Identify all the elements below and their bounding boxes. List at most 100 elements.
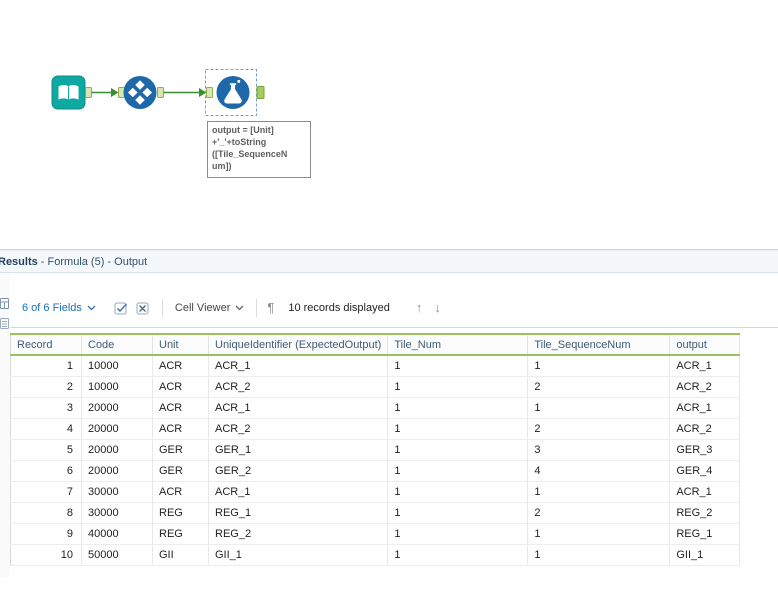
- table-row: 4 20000 ACR ACR_2 1 2 ACR_2: [10, 418, 741, 440]
- formula-tool-icon[interactable]: [216, 76, 250, 109]
- cell[interactable]: 7: [10, 481, 82, 503]
- cell[interactable]: ACR_1: [669, 355, 741, 377]
- cell[interactable]: ACR_2: [208, 376, 389, 398]
- cell[interactable]: 9: [10, 523, 82, 545]
- show-whitespace-icon[interactable]: ¶: [267, 300, 274, 315]
- cell[interactable]: REG_1: [208, 502, 389, 524]
- scroll-down-icon[interactable]: ↓: [434, 300, 441, 315]
- metadata-view-icon[interactable]: [0, 317, 9, 330]
- column-header-record[interactable]: Record: [10, 333, 82, 356]
- column-header-code[interactable]: Code: [81, 333, 153, 356]
- table-row: 10 50000 GII GII_1 1 1 GII_1: [10, 544, 741, 566]
- cell[interactable]: 2: [10, 376, 82, 398]
- cell[interactable]: GER_1: [208, 439, 389, 461]
- cell[interactable]: ACR: [152, 355, 209, 377]
- cell[interactable]: 40000: [81, 523, 153, 545]
- table-view-icon[interactable]: [0, 297, 9, 310]
- cell[interactable]: ACR_1: [208, 397, 389, 419]
- cell[interactable]: ACR_1: [669, 397, 741, 419]
- cell[interactable]: 10000: [81, 376, 153, 398]
- cell[interactable]: 20000: [81, 439, 153, 461]
- input-anchor[interactable]: [206, 87, 213, 98]
- cell[interactable]: GER: [152, 439, 209, 461]
- cell[interactable]: ACR: [152, 397, 209, 419]
- cell[interactable]: ACR_2: [669, 376, 741, 398]
- cell[interactable]: ACR_2: [669, 418, 741, 440]
- cell[interactable]: REG: [152, 502, 209, 524]
- cell[interactable]: 4: [527, 460, 671, 482]
- cell[interactable]: 1: [387, 544, 529, 566]
- cell[interactable]: 30000: [81, 481, 153, 503]
- cell[interactable]: 1: [527, 481, 671, 503]
- cell[interactable]: 1: [387, 439, 529, 461]
- input-data-tool-icon[interactable]: [51, 75, 86, 110]
- cell[interactable]: GER_2: [208, 460, 389, 482]
- cell[interactable]: REG: [152, 523, 209, 545]
- cell[interactable]: 3: [10, 397, 82, 419]
- cell[interactable]: 1: [387, 418, 529, 440]
- output-anchor[interactable]: [256, 86, 265, 99]
- cell[interactable]: 1: [527, 523, 671, 545]
- tool-annotation[interactable]: output = [Unit] +'_'+toString ([Tile_Seq…: [207, 121, 311, 178]
- select-all-fields-icon[interactable]: [114, 301, 129, 315]
- table-row: 2 10000 ACR ACR_2 1 2 ACR_2: [10, 376, 741, 398]
- cell[interactable]: 1: [10, 355, 82, 377]
- cell[interactable]: ACR: [152, 418, 209, 440]
- cell[interactable]: 3: [527, 439, 671, 461]
- cell[interactable]: GII_1: [208, 544, 389, 566]
- cell[interactable]: ACR_1: [208, 355, 389, 377]
- cell[interactable]: 1: [527, 397, 671, 419]
- cell[interactable]: GER: [152, 460, 209, 482]
- cell[interactable]: GII: [152, 544, 209, 566]
- cell[interactable]: 4: [10, 418, 82, 440]
- cell[interactable]: 2: [527, 418, 671, 440]
- cell[interactable]: 10000: [81, 355, 153, 377]
- cell[interactable]: 1: [387, 481, 529, 503]
- column-header-unit[interactable]: Unit: [152, 333, 209, 356]
- cell[interactable]: 1: [387, 376, 529, 398]
- header-row: Record Code Unit UniqueIdentifier (Expec…: [10, 333, 741, 356]
- cell[interactable]: REG_2: [208, 523, 389, 545]
- cell[interactable]: 2: [527, 502, 671, 524]
- cell[interactable]: 8: [10, 502, 82, 524]
- column-header-tile-num[interactable]: Tile_Num: [387, 333, 529, 356]
- cell[interactable]: GER_4: [669, 460, 741, 482]
- cell[interactable]: ACR: [152, 481, 209, 503]
- deselect-all-fields-icon[interactable]: [136, 301, 150, 315]
- table-row: 7 30000 ACR ACR_1 1 1 ACR_1: [10, 481, 741, 503]
- cell[interactable]: 1: [387, 502, 529, 524]
- fields-dropdown[interactable]: 6 of 6 Fields: [22, 302, 96, 314]
- column-header-uniqueidentifier[interactable]: UniqueIdentifier (ExpectedOutput): [208, 333, 389, 356]
- cell[interactable]: 1: [387, 397, 529, 419]
- cell[interactable]: GII_1: [669, 544, 741, 566]
- cell[interactable]: ACR_2: [208, 418, 389, 440]
- cell[interactable]: 2: [527, 376, 671, 398]
- cell[interactable]: 30000: [81, 502, 153, 524]
- cell[interactable]: ACR_1: [669, 481, 741, 503]
- cell[interactable]: 50000: [81, 544, 153, 566]
- column-header-output[interactable]: output: [669, 333, 741, 356]
- cell[interactable]: 20000: [81, 397, 153, 419]
- cell-viewer-dropdown[interactable]: Cell Viewer: [175, 302, 244, 314]
- scroll-up-icon[interactable]: ↑: [416, 300, 423, 315]
- cell[interactable]: 1: [387, 460, 529, 482]
- cell[interactable]: 1: [387, 523, 529, 545]
- cell[interactable]: 6: [10, 460, 82, 482]
- cell[interactable]: ACR: [152, 376, 209, 398]
- cell[interactable]: REG_2: [669, 502, 741, 524]
- cell[interactable]: ACR_1: [208, 481, 389, 503]
- column-header-tile-sequencenum[interactable]: Tile_SequenceNum: [527, 333, 671, 356]
- cell[interactable]: 1: [527, 355, 671, 377]
- cell[interactable]: 1: [387, 355, 529, 377]
- cell[interactable]: 1: [527, 544, 671, 566]
- cell[interactable]: 20000: [81, 418, 153, 440]
- cell[interactable]: GER_3: [669, 439, 741, 461]
- tile-tool-icon[interactable]: [123, 76, 157, 109]
- output-anchor[interactable]: [157, 87, 164, 98]
- cell[interactable]: REG_1: [669, 523, 741, 545]
- cell[interactable]: 5: [10, 439, 82, 461]
- cell[interactable]: 10: [10, 544, 82, 566]
- output-anchor[interactable]: [85, 87, 92, 98]
- workflow-canvas[interactable]: output = [Unit] +'_'+toString ([Tile_Seq…: [0, 0, 778, 249]
- cell[interactable]: 20000: [81, 460, 153, 482]
